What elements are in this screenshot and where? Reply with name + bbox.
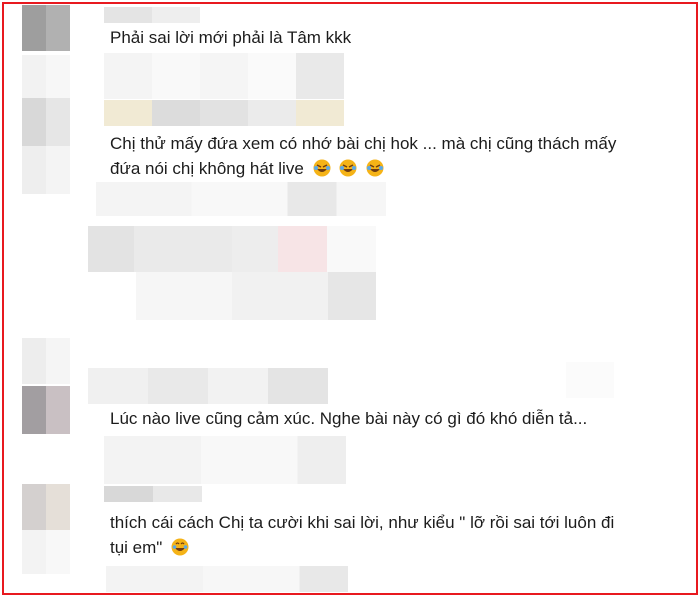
username-pixelated[interactable] [104, 486, 202, 502]
avatar-pixelated[interactable] [22, 338, 70, 384]
actions-pixelated [566, 362, 614, 398]
comment-4-text-line-1: thích cái cách Chị ta cười khi sai lời, … [110, 513, 615, 532]
comment-4-text-line-2-text: tụi em" [110, 538, 163, 557]
comment-2-text-line-2: đứa nói chị không hát live [110, 156, 384, 181]
username-pixelated[interactable] [104, 7, 200, 23]
avatar-pixelated[interactable] [22, 484, 70, 530]
avatar-pixelated[interactable] [22, 5, 70, 51]
avatar-pixelated-lower [22, 146, 70, 194]
comment-4-text-line-2: tụi em" [110, 535, 189, 560]
avatar-pixelated[interactable] [22, 55, 70, 99]
rofl-emoji [339, 159, 357, 177]
rofl-emoji [313, 159, 331, 177]
actions-pixelated[interactable] [104, 436, 346, 484]
comment-2-text-line-1: Chị thử mấy đứa xem có nhớ bài chị hok .… [110, 134, 617, 153]
content-pixelated [88, 226, 376, 272]
comment-3-text: Lúc nào live cũng cảm xúc. Nghe bài này … [110, 409, 588, 428]
actions-pixelated[interactable] [106, 566, 348, 592]
laughing-tears-emoji [171, 538, 189, 556]
comment-2-text-line-2-text: đứa nói chị không hát live [110, 159, 304, 178]
username-pixelated[interactable] [88, 368, 328, 404]
username-pixelated[interactable] [104, 100, 344, 126]
avatar-pixelated-lower [22, 530, 70, 574]
comment-1-text: Phải sai lời mới phải là Tâm kkk [110, 28, 352, 47]
content-pixelated [136, 272, 376, 320]
avatar-pixelated[interactable] [22, 386, 70, 434]
content-pixelated [104, 53, 344, 99]
actions-pixelated[interactable] [96, 182, 386, 216]
rofl-emoji [366, 159, 384, 177]
avatar-pixelated[interactable] [22, 98, 70, 146]
